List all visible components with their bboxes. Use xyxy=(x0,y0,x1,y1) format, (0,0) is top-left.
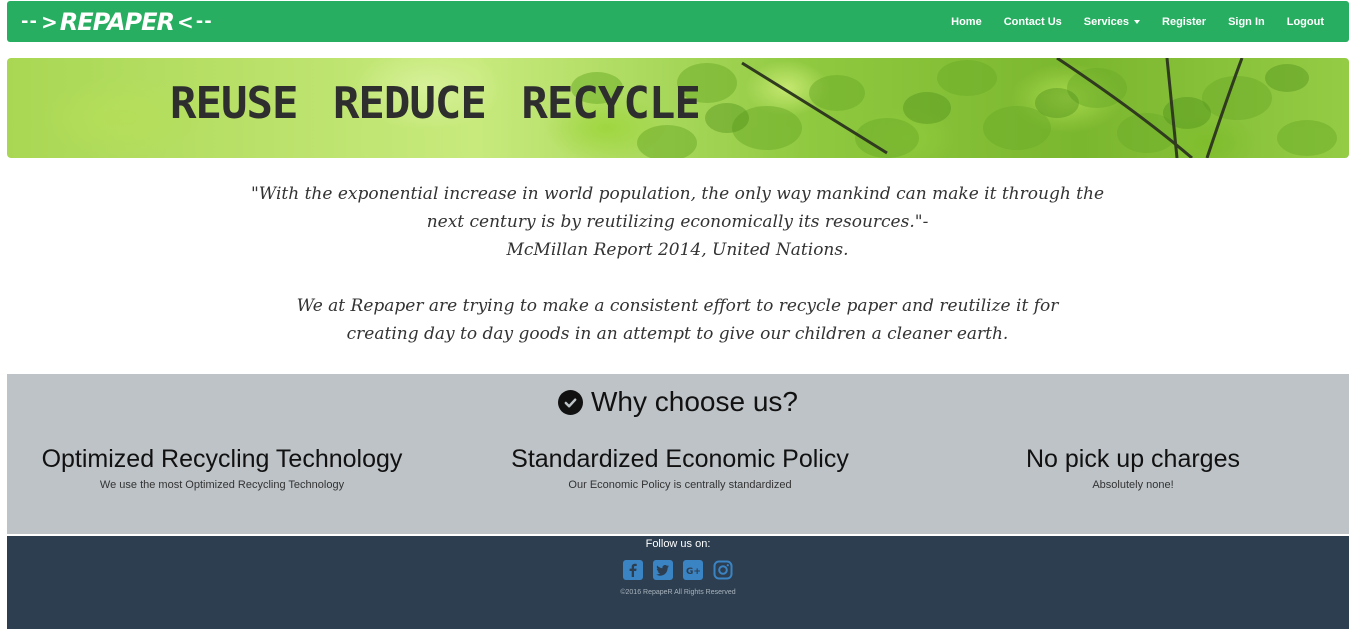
feature-description: We use the most Optimized Recycling Tech… xyxy=(99,479,345,491)
google-plus-icon[interactable]: G+ xyxy=(683,560,703,580)
why-heading: Why choose us? xyxy=(7,386,1349,418)
nav-home-link[interactable]: Home xyxy=(940,16,993,28)
nav-services-label: Services xyxy=(1083,15,1130,28)
feature-description: Our Economic Policy is centrally standar… xyxy=(568,479,792,491)
social-links: G+ xyxy=(7,560,1349,580)
svg-text:G+: G+ xyxy=(686,567,701,577)
why-heading-text: Why choose us? xyxy=(591,386,798,417)
nav-logout-link[interactable]: Logout xyxy=(1276,16,1335,28)
brand-chevron-left: > xyxy=(40,9,58,34)
nav-links: Home Contact Us Services Register Sign I… xyxy=(940,16,1335,28)
feature-card: Standardized Economic Policy Our Economi… xyxy=(470,444,890,491)
check-circle-icon xyxy=(558,389,583,415)
nav-contact-link[interactable]: Contact Us xyxy=(993,16,1073,28)
feature-title: No pick up charges xyxy=(1025,445,1240,473)
caret-down-icon xyxy=(1134,19,1141,24)
why-choose-us-section: Why choose us? Optimized Recycling Techn… xyxy=(7,374,1349,534)
twitter-icon[interactable] xyxy=(653,560,673,580)
nav-register-link[interactable]: Register xyxy=(1151,16,1217,28)
quote-line-1: "With the exponential increase in world … xyxy=(250,184,1105,204)
brand-dashes-left: -- xyxy=(21,11,38,32)
feature-description: Absolutely none! xyxy=(1092,479,1174,491)
hero-title: REUSE REDUCE RECYCLE xyxy=(170,78,701,129)
feature-title: Standardized Economic Policy xyxy=(511,445,849,473)
brand-name: REPAPER xyxy=(59,7,175,36)
quote-attribution: McMillan Report 2014, United Nations. xyxy=(506,240,849,260)
brand-logo[interactable]: -- > REPAPER < -- xyxy=(21,8,213,36)
feature-card: No pick up charges Absolutely none! xyxy=(923,444,1343,491)
feature-card: Optimized Recycling Technology We use th… xyxy=(12,444,432,491)
feature-title: Optimized Recycling Technology xyxy=(41,445,403,473)
facebook-icon[interactable] xyxy=(623,560,643,580)
follow-us-label: Follow us on: xyxy=(645,538,711,550)
instagram-icon[interactable] xyxy=(713,560,733,580)
navbar: -- > REPAPER < -- Home Contact Us Servic… xyxy=(7,1,1349,42)
mission-line-2: creating day to day goods in an attempt … xyxy=(346,324,1009,344)
brand-dashes-right: -- xyxy=(195,11,213,32)
brand-chevron-right: < xyxy=(177,9,194,34)
mission-line-1: We at Repaper are trying to make a consi… xyxy=(296,296,1059,316)
hero-banner: REUSE REDUCE RECYCLE xyxy=(7,58,1349,158)
nav-signin-link[interactable]: Sign In xyxy=(1217,16,1276,28)
quote-line-2: next century is by reutilizing economica… xyxy=(426,212,929,232)
nav-services-dropdown[interactable]: Services xyxy=(1073,16,1151,28)
copyright-text: ©2016 RepapeR All Rights Reserved xyxy=(620,589,736,596)
footer: Follow us on: G+ ©2016 RepapeR All Right… xyxy=(7,536,1349,629)
intro-section: "With the exponential increase in world … xyxy=(0,180,1355,348)
